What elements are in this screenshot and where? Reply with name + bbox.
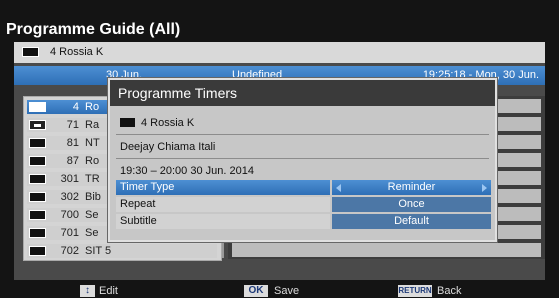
ok-button-icon: OK <box>244 285 268 297</box>
timer-channel: 4 Rossia K <box>120 117 194 129</box>
current-channel-label: 4 Rossia K <box>50 46 104 58</box>
timer-channel-label: 4 Rossia K <box>141 117 195 129</box>
channel-row[interactable]: 702 SIT 5 <box>27 244 217 258</box>
option-subtitle[interactable]: Subtitle Default <box>116 214 491 229</box>
return-button-icon: RETURN <box>398 285 432 297</box>
tv-icon <box>22 47 39 57</box>
option-value[interactable]: Reminder <box>332 180 491 195</box>
divider <box>116 134 489 135</box>
channel-number: 702 <box>60 245 79 257</box>
channel-number: 4 <box>72 101 79 113</box>
dialog-title: Programme Timers <box>118 85 238 101</box>
channel-number: 302 <box>60 191 79 203</box>
timer-programme: Deejay Chiama Itali <box>120 141 216 153</box>
programme-slot[interactable] <box>232 243 541 257</box>
tv-icon <box>29 102 46 112</box>
page-title: Programme Guide (All) <box>6 21 181 38</box>
edit-hint: Edit <box>99 285 118 297</box>
channel-name: Se <box>85 227 99 239</box>
tv-icon <box>120 118 135 127</box>
radio-icon <box>29 120 46 130</box>
channel-number: 71 <box>66 119 79 131</box>
dialog-body: 4 Rossia K Deejay Chiama Itali 19:30 – 2… <box>110 106 495 240</box>
tv-icon <box>29 138 46 148</box>
option-repeat[interactable]: Repeat Once <box>116 197 491 212</box>
tv-icon <box>29 246 46 256</box>
option-value[interactable]: Default <box>332 214 491 229</box>
tv-screen: Programme Guide (All) 4 Rossia K 30 Jun.… <box>0 0 559 298</box>
channel-name: Ro <box>85 155 100 167</box>
divider <box>116 158 489 159</box>
arrow-right-icon[interactable] <box>482 184 487 192</box>
arrow-left-icon[interactable] <box>336 184 341 192</box>
tv-icon <box>29 174 46 184</box>
current-channel-bar: 4 Rossia K <box>14 42 545 63</box>
channel-number: 87 <box>66 155 79 167</box>
channel-name: Ro <box>85 101 100 113</box>
channel-number: 81 <box>66 137 79 149</box>
tv-icon <box>29 228 46 238</box>
channel-name: TR <box>85 173 100 185</box>
edit-button-icon: ↕ <box>80 285 95 297</box>
tv-icon <box>29 156 46 166</box>
channel-number: 700 <box>60 209 79 221</box>
channel-name: Bib <box>85 191 101 203</box>
option-label: Timer Type <box>116 180 330 195</box>
tv-icon <box>29 210 46 220</box>
tv-icon <box>29 192 46 202</box>
footer-hints: ↕ Edit OK Save RETURN Back <box>0 284 559 298</box>
channel-number: 301 <box>60 173 79 185</box>
channel-name: Se <box>85 209 99 221</box>
option-label: Repeat <box>116 197 330 212</box>
option-label: Subtitle <box>116 214 330 229</box>
programme-timers-dialog: Programme Timers 4 Rossia K Deejay Chiam… <box>108 78 497 242</box>
back-hint: Back <box>437 285 462 297</box>
option-value[interactable]: Once <box>332 197 491 212</box>
channel-name: Ra <box>85 119 100 131</box>
channel-name: SIT 5 <box>85 245 112 257</box>
dialog-header: Programme Timers <box>110 80 495 106</box>
save-hint: Save <box>274 285 300 297</box>
timer-time: 19:30 – 20:00 30 Jun. 2014 <box>120 165 254 177</box>
timer-type-value: Reminder <box>387 181 436 193</box>
option-timer-type[interactable]: Timer Type Reminder <box>116 180 491 195</box>
channel-name: NT <box>85 137 100 149</box>
channel-number: 701 <box>60 227 79 239</box>
